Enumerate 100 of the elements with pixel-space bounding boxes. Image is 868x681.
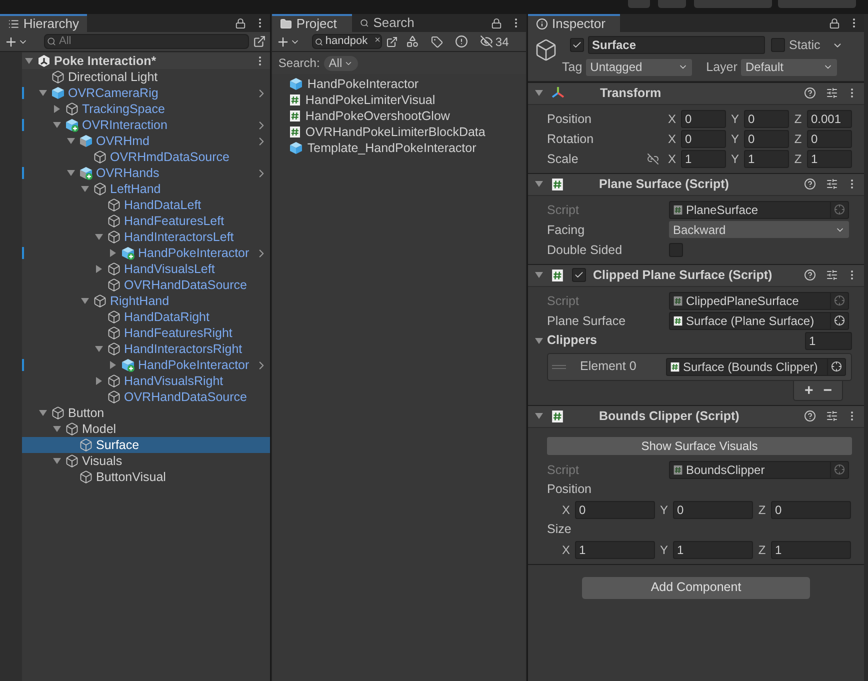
expand-arrow[interactable] bbox=[534, 336, 544, 346]
tag-dropdown[interactable]: Untagged bbox=[586, 58, 692, 76]
layer-dropdown[interactable]: Default bbox=[741, 58, 838, 76]
static-checkbox[interactable] bbox=[771, 38, 785, 52]
hierarchy-item[interactable]: TrackingSpace bbox=[22, 101, 270, 117]
asset-item[interactable]: HandPokeLimiterVisual bbox=[289, 92, 526, 108]
expand-arrow[interactable] bbox=[52, 120, 62, 130]
add-icon[interactable] bbox=[4, 34, 18, 48]
expand-arrow[interactable] bbox=[534, 88, 544, 98]
shapes-icon[interactable] bbox=[406, 35, 420, 48]
alert-icon[interactable] bbox=[455, 35, 468, 48]
expand-arrow[interactable] bbox=[52, 104, 62, 114]
hierarchy-item[interactable]: Surface bbox=[22, 437, 270, 453]
asset-item[interactable]: HandPokeOvershootGlow bbox=[289, 108, 526, 124]
number-field[interactable]: 0 bbox=[673, 500, 753, 518]
hierarchy-item[interactable]: OVRCameraRig bbox=[22, 85, 270, 101]
hidden-icon[interactable] bbox=[480, 35, 494, 48]
hierarchy-item[interactable]: OVRHandDataSource bbox=[22, 277, 270, 293]
component-header[interactable]: Bounds Clipper (Script) bbox=[528, 406, 864, 428]
expand-arrow[interactable] bbox=[108, 360, 118, 370]
number-field[interactable]: 1 bbox=[575, 540, 655, 558]
number-field[interactable]: 0 bbox=[807, 130, 852, 148]
hierarchy-item[interactable]: HandFeaturesRight bbox=[22, 325, 270, 341]
expand-arrow[interactable] bbox=[38, 408, 48, 418]
number-field[interactable]: 0 bbox=[771, 500, 851, 518]
object-field[interactable]: Surface (Bounds Clipper) bbox=[666, 358, 846, 376]
expand-arrow[interactable] bbox=[534, 270, 544, 280]
number-field[interactable]: 0 bbox=[575, 500, 655, 518]
number-field[interactable]: 0 bbox=[681, 110, 726, 128]
hierarchy-item[interactable]: ButtonVisual bbox=[22, 469, 270, 485]
expand-arrow[interactable] bbox=[534, 411, 544, 421]
number-field[interactable]: 0 bbox=[681, 130, 726, 148]
expand-arrow[interactable] bbox=[80, 296, 90, 306]
hierarchy-item[interactable]: HandInteractorsLeft bbox=[22, 229, 270, 245]
hierarchy-item[interactable]: OVRInteraction bbox=[22, 117, 270, 133]
number-field[interactable]: 1 bbox=[744, 150, 789, 168]
expand-arrow[interactable] bbox=[108, 248, 118, 258]
help-icon[interactable] bbox=[804, 87, 816, 99]
hierarchy-item[interactable]: OVRHmd bbox=[22, 133, 270, 149]
number-field[interactable]: 1 bbox=[681, 150, 726, 168]
component-header[interactable]: Transform bbox=[528, 82, 864, 104]
search-field[interactable]: All bbox=[44, 34, 250, 49]
number-field[interactable]: 1 bbox=[807, 150, 852, 168]
hierarchy-item[interactable]: HandPokeInteractor bbox=[22, 357, 270, 373]
expand-arrow[interactable] bbox=[66, 168, 76, 178]
preset-icon[interactable] bbox=[826, 269, 838, 281]
lock-icon[interactable] bbox=[829, 18, 840, 28]
panel-tab[interactable]: Hierarchy bbox=[0, 14, 87, 32]
asset-item[interactable]: HandPokeInteractor bbox=[289, 76, 526, 92]
object-field[interactable]: Surface (Plane Surface) bbox=[669, 312, 849, 330]
expand-arrow[interactable] bbox=[94, 264, 104, 274]
hierarchy-item[interactable]: OVRHmdDataSource bbox=[22, 149, 270, 165]
hierarchy-item[interactable]: OVRHandDataSource bbox=[22, 389, 270, 405]
filter-dropdown[interactable]: All bbox=[324, 56, 358, 70]
open-icon[interactable] bbox=[253, 35, 266, 48]
hierarchy-item[interactable]: HandDataRight bbox=[22, 309, 270, 325]
expand-arrow[interactable] bbox=[94, 232, 104, 242]
checkbox[interactable] bbox=[669, 242, 683, 256]
expand-arrow[interactable] bbox=[38, 88, 48, 98]
open-icon[interactable] bbox=[386, 36, 398, 48]
preset-icon[interactable] bbox=[826, 178, 838, 190]
size-field[interactable]: 1 bbox=[805, 332, 852, 350]
panel-tab[interactable]: Inspector bbox=[528, 14, 620, 32]
expand-arrow[interactable] bbox=[80, 184, 90, 194]
hierarchy-item[interactable]: RightHand bbox=[22, 293, 270, 309]
hierarchy-item[interactable]: Visuals bbox=[22, 453, 270, 469]
unlinked-icon[interactable] bbox=[647, 152, 659, 164]
hierarchy-item[interactable]: Button bbox=[22, 405, 270, 421]
remove-element-button[interactable]: − bbox=[823, 382, 832, 398]
number-field[interactable]: 1 bbox=[673, 540, 753, 558]
help-icon[interactable] bbox=[804, 178, 816, 190]
dropdown[interactable]: Backward bbox=[669, 221, 849, 238]
hierarchy-item[interactable]: HandVisualsRight bbox=[22, 373, 270, 389]
number-field[interactable]: 1 bbox=[771, 540, 851, 558]
hierarchy-item[interactable]: Model bbox=[22, 421, 270, 437]
expand-arrow[interactable] bbox=[66, 136, 76, 146]
name-field[interactable]: Surface bbox=[588, 36, 765, 54]
tag-icon[interactable] bbox=[431, 36, 444, 48]
add-element-button[interactable]: + bbox=[804, 382, 814, 398]
asset-item[interactable]: Template_HandPokeInteractor bbox=[289, 140, 526, 156]
number-field[interactable]: 0 bbox=[744, 110, 789, 128]
drag-handle-icon[interactable] bbox=[552, 364, 566, 368]
add-component-button[interactable]: Add Component bbox=[582, 576, 810, 598]
component-header[interactable]: Plane Surface (Script) bbox=[528, 174, 864, 196]
preset-icon[interactable] bbox=[826, 87, 838, 99]
expand-arrow[interactable] bbox=[52, 456, 62, 466]
preset-icon[interactable] bbox=[826, 410, 838, 422]
panel-tab[interactable]: Project bbox=[272, 14, 352, 32]
expand-arrow[interactable] bbox=[94, 376, 104, 386]
picker-icon[interactable] bbox=[834, 315, 845, 326]
lock-icon[interactable] bbox=[491, 18, 502, 28]
number-field[interactable]: 0.001 bbox=[807, 110, 852, 128]
expand-arrow[interactable] bbox=[534, 179, 544, 189]
asset-item[interactable]: OVRHandPokeLimiterBlockData bbox=[289, 124, 526, 140]
expand-arrow[interactable] bbox=[94, 344, 104, 354]
expand-arrow[interactable] bbox=[24, 56, 34, 66]
help-icon[interactable] bbox=[804, 410, 816, 422]
hierarchy-item[interactable]: HandDataLeft bbox=[22, 197, 270, 213]
add-icon[interactable] bbox=[276, 34, 290, 48]
enabled-checkbox[interactable] bbox=[572, 268, 586, 282]
